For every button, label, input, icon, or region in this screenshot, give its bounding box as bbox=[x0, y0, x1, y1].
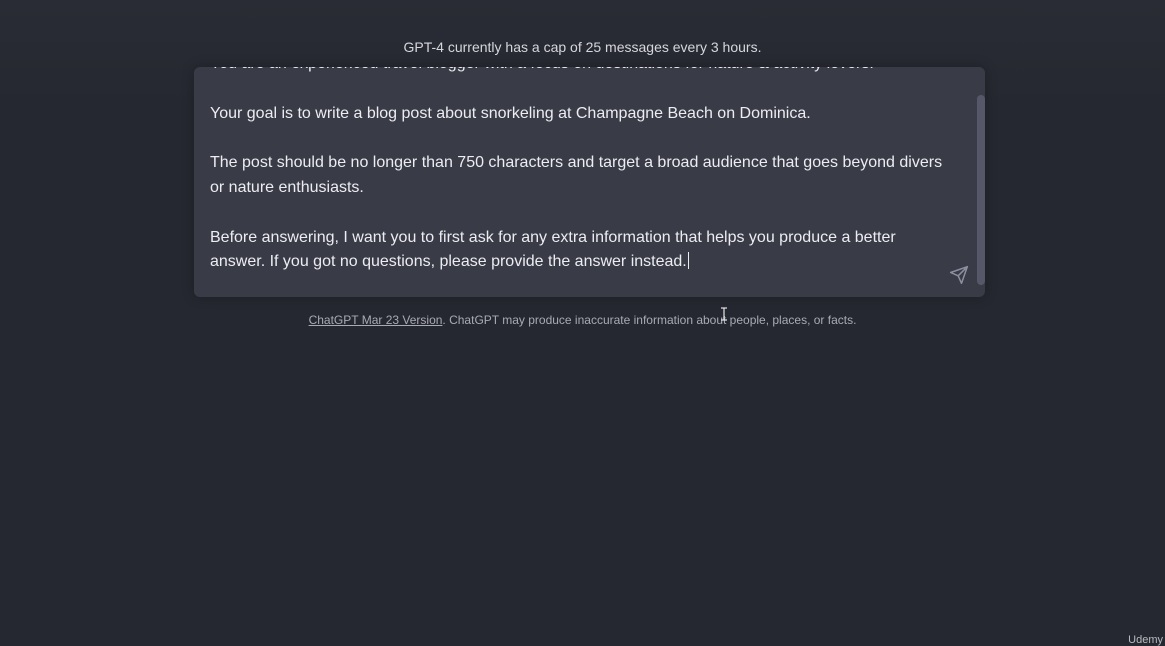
composer-scrollbar[interactable] bbox=[977, 95, 985, 285]
prompt-paragraph-role: You are an experienced travel blogger wi… bbox=[210, 67, 950, 77]
udemy-watermark: Udemy bbox=[1128, 634, 1163, 646]
chat-page: GPT-4 currently has a cap of 25 messages… bbox=[0, 0, 1165, 646]
prompt-instructions-text: Before answering, I want you to first as… bbox=[210, 228, 896, 271]
send-button[interactable] bbox=[949, 265, 969, 285]
paper-plane-icon bbox=[949, 265, 969, 285]
prompt-paragraph-goal: Your goal is to write a blog post about … bbox=[210, 104, 811, 122]
footer-disclaimer: ChatGPT Mar 23 Version. ChatGPT may prod… bbox=[0, 313, 1165, 327]
version-link[interactable]: ChatGPT Mar 23 Version bbox=[309, 313, 443, 327]
prompt-textarea[interactable]: You are an experienced travel blogger wi… bbox=[210, 67, 950, 275]
prompt-paragraph-constraints: The post should be no longer than 750 ch… bbox=[210, 154, 943, 196]
text-caret bbox=[687, 252, 689, 270]
message-composer[interactable]: You are an experienced travel blogger wi… bbox=[194, 67, 985, 297]
disclaimer-text: . ChatGPT may produce inaccurate informa… bbox=[442, 313, 857, 327]
i-beam-cursor-icon bbox=[721, 307, 727, 321]
prompt-paragraph-instructions: Before answering, I want you to first as… bbox=[210, 226, 950, 276]
cap-notice: GPT-4 currently has a cap of 25 messages… bbox=[403, 39, 762, 55]
